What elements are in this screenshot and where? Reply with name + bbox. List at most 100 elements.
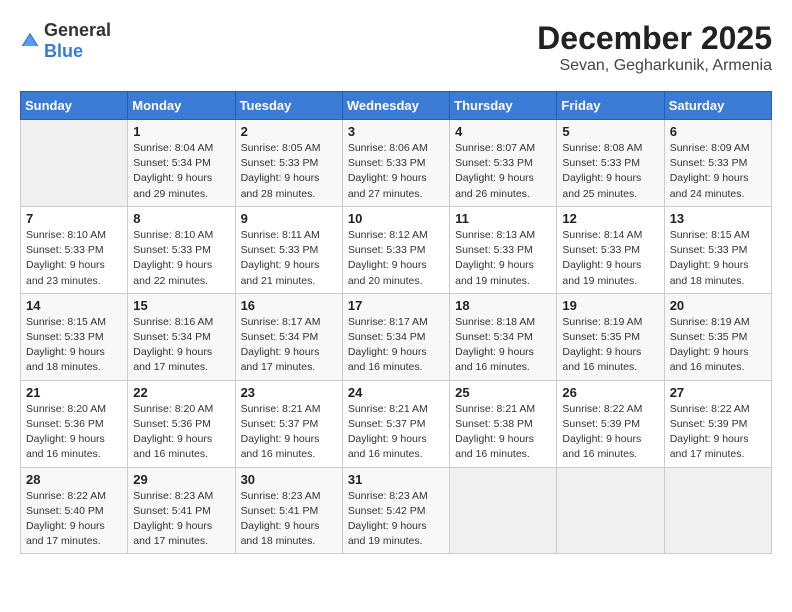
day-info: Sunrise: 8:16 AM Sunset: 5:34 PM Dayligh… <box>133 315 229 376</box>
day-number: 7 <box>26 211 122 226</box>
day-info: Sunrise: 8:15 AM Sunset: 5:33 PM Dayligh… <box>26 315 122 376</box>
day-number: 11 <box>455 211 551 226</box>
weekday-header-cell: Saturday <box>664 92 771 120</box>
day-info: Sunrise: 8:15 AM Sunset: 5:33 PM Dayligh… <box>670 228 766 289</box>
day-info: Sunrise: 8:21 AM Sunset: 5:37 PM Dayligh… <box>348 402 444 463</box>
calendar-cell: 6 Sunrise: 8:09 AM Sunset: 5:33 PM Dayli… <box>664 120 771 207</box>
logo: General Blue <box>20 20 111 62</box>
weekday-header-cell: Monday <box>128 92 235 120</box>
day-info: Sunrise: 8:22 AM Sunset: 5:39 PM Dayligh… <box>562 402 658 463</box>
calendar-cell: 1 Sunrise: 8:04 AM Sunset: 5:34 PM Dayli… <box>128 120 235 207</box>
day-number: 3 <box>348 124 444 139</box>
day-number: 24 <box>348 385 444 400</box>
day-number: 2 <box>241 124 337 139</box>
calendar-cell: 22 Sunrise: 8:20 AM Sunset: 5:36 PM Dayl… <box>128 380 235 467</box>
day-number: 18 <box>455 298 551 313</box>
day-number: 9 <box>241 211 337 226</box>
weekday-header-cell: Tuesday <box>235 92 342 120</box>
location-title: Sevan, Gegharkunik, Armenia <box>537 57 772 75</box>
calendar-cell: 19 Sunrise: 8:19 AM Sunset: 5:35 PM Dayl… <box>557 293 664 380</box>
day-number: 30 <box>241 472 337 487</box>
day-info: Sunrise: 8:13 AM Sunset: 5:33 PM Dayligh… <box>455 228 551 289</box>
day-number: 8 <box>133 211 229 226</box>
day-info: Sunrise: 8:18 AM Sunset: 5:34 PM Dayligh… <box>455 315 551 376</box>
calendar-cell: 27 Sunrise: 8:22 AM Sunset: 5:39 PM Dayl… <box>664 380 771 467</box>
calendar-cell: 16 Sunrise: 8:17 AM Sunset: 5:34 PM Dayl… <box>235 293 342 380</box>
calendar-week-row: 14 Sunrise: 8:15 AM Sunset: 5:33 PM Dayl… <box>21 293 772 380</box>
calendar-cell: 28 Sunrise: 8:22 AM Sunset: 5:40 PM Dayl… <box>21 467 128 554</box>
day-number: 17 <box>348 298 444 313</box>
day-info: Sunrise: 8:17 AM Sunset: 5:34 PM Dayligh… <box>241 315 337 376</box>
day-number: 28 <box>26 472 122 487</box>
day-info: Sunrise: 8:05 AM Sunset: 5:33 PM Dayligh… <box>241 141 337 202</box>
day-number: 19 <box>562 298 658 313</box>
day-number: 12 <box>562 211 658 226</box>
day-number: 22 <box>133 385 229 400</box>
day-number: 13 <box>670 211 766 226</box>
day-info: Sunrise: 8:12 AM Sunset: 5:33 PM Dayligh… <box>348 228 444 289</box>
month-title: December 2025 <box>537 20 772 57</box>
day-info: Sunrise: 8:20 AM Sunset: 5:36 PM Dayligh… <box>133 402 229 463</box>
calendar-cell: 31 Sunrise: 8:23 AM Sunset: 5:42 PM Dayl… <box>342 467 449 554</box>
day-info: Sunrise: 8:19 AM Sunset: 5:35 PM Dayligh… <box>670 315 766 376</box>
day-info: Sunrise: 8:21 AM Sunset: 5:37 PM Dayligh… <box>241 402 337 463</box>
calendar-week-row: 21 Sunrise: 8:20 AM Sunset: 5:36 PM Dayl… <box>21 380 772 467</box>
day-number: 1 <box>133 124 229 139</box>
day-info: Sunrise: 8:21 AM Sunset: 5:38 PM Dayligh… <box>455 402 551 463</box>
logo-text: General Blue <box>44 20 111 62</box>
calendar-cell <box>557 467 664 554</box>
page-header: General Blue December 2025 Sevan, Geghar… <box>20 20 772 75</box>
weekday-header-cell: Sunday <box>21 92 128 120</box>
day-number: 21 <box>26 385 122 400</box>
calendar-cell: 3 Sunrise: 8:06 AM Sunset: 5:33 PM Dayli… <box>342 120 449 207</box>
day-number: 15 <box>133 298 229 313</box>
day-number: 6 <box>670 124 766 139</box>
day-number: 14 <box>26 298 122 313</box>
day-number: 20 <box>670 298 766 313</box>
calendar-cell: 18 Sunrise: 8:18 AM Sunset: 5:34 PM Dayl… <box>450 293 557 380</box>
day-info: Sunrise: 8:06 AM Sunset: 5:33 PM Dayligh… <box>348 141 444 202</box>
calendar-cell: 25 Sunrise: 8:21 AM Sunset: 5:38 PM Dayl… <box>450 380 557 467</box>
calendar-cell: 15 Sunrise: 8:16 AM Sunset: 5:34 PM Dayl… <box>128 293 235 380</box>
calendar-cell: 7 Sunrise: 8:10 AM Sunset: 5:33 PM Dayli… <box>21 206 128 293</box>
calendar-table: SundayMondayTuesdayWednesdayThursdayFrid… <box>20 91 772 554</box>
day-number: 4 <box>455 124 551 139</box>
weekday-header-cell: Wednesday <box>342 92 449 120</box>
day-number: 16 <box>241 298 337 313</box>
day-info: Sunrise: 8:11 AM Sunset: 5:33 PM Dayligh… <box>241 228 337 289</box>
logo-blue: Blue <box>44 41 83 61</box>
calendar-cell: 26 Sunrise: 8:22 AM Sunset: 5:39 PM Dayl… <box>557 380 664 467</box>
day-info: Sunrise: 8:08 AM Sunset: 5:33 PM Dayligh… <box>562 141 658 202</box>
day-number: 29 <box>133 472 229 487</box>
day-info: Sunrise: 8:23 AM Sunset: 5:41 PM Dayligh… <box>241 489 337 550</box>
calendar-cell: 23 Sunrise: 8:21 AM Sunset: 5:37 PM Dayl… <box>235 380 342 467</box>
day-number: 25 <box>455 385 551 400</box>
day-info: Sunrise: 8:23 AM Sunset: 5:42 PM Dayligh… <box>348 489 444 550</box>
calendar-cell: 20 Sunrise: 8:19 AM Sunset: 5:35 PM Dayl… <box>664 293 771 380</box>
day-number: 31 <box>348 472 444 487</box>
calendar-cell: 9 Sunrise: 8:11 AM Sunset: 5:33 PM Dayli… <box>235 206 342 293</box>
calendar-cell: 30 Sunrise: 8:23 AM Sunset: 5:41 PM Dayl… <box>235 467 342 554</box>
calendar-cell: 17 Sunrise: 8:17 AM Sunset: 5:34 PM Dayl… <box>342 293 449 380</box>
day-info: Sunrise: 8:04 AM Sunset: 5:34 PM Dayligh… <box>133 141 229 202</box>
calendar-cell <box>450 467 557 554</box>
calendar-cell: 11 Sunrise: 8:13 AM Sunset: 5:33 PM Dayl… <box>450 206 557 293</box>
calendar-cell: 12 Sunrise: 8:14 AM Sunset: 5:33 PM Dayl… <box>557 206 664 293</box>
day-info: Sunrise: 8:14 AM Sunset: 5:33 PM Dayligh… <box>562 228 658 289</box>
day-info: Sunrise: 8:20 AM Sunset: 5:36 PM Dayligh… <box>26 402 122 463</box>
day-number: 26 <box>562 385 658 400</box>
calendar-cell: 21 Sunrise: 8:20 AM Sunset: 5:36 PM Dayl… <box>21 380 128 467</box>
calendar-cell: 8 Sunrise: 8:10 AM Sunset: 5:33 PM Dayli… <box>128 206 235 293</box>
calendar-cell <box>664 467 771 554</box>
calendar-week-row: 28 Sunrise: 8:22 AM Sunset: 5:40 PM Dayl… <box>21 467 772 554</box>
logo-icon <box>20 31 40 51</box>
calendar-cell: 13 Sunrise: 8:15 AM Sunset: 5:33 PM Dayl… <box>664 206 771 293</box>
day-info: Sunrise: 8:09 AM Sunset: 5:33 PM Dayligh… <box>670 141 766 202</box>
calendar-cell: 4 Sunrise: 8:07 AM Sunset: 5:33 PM Dayli… <box>450 120 557 207</box>
calendar-cell: 2 Sunrise: 8:05 AM Sunset: 5:33 PM Dayli… <box>235 120 342 207</box>
day-info: Sunrise: 8:19 AM Sunset: 5:35 PM Dayligh… <box>562 315 658 376</box>
day-number: 10 <box>348 211 444 226</box>
weekday-header-cell: Thursday <box>450 92 557 120</box>
weekday-header-row: SundayMondayTuesdayWednesdayThursdayFrid… <box>21 92 772 120</box>
day-info: Sunrise: 8:10 AM Sunset: 5:33 PM Dayligh… <box>133 228 229 289</box>
